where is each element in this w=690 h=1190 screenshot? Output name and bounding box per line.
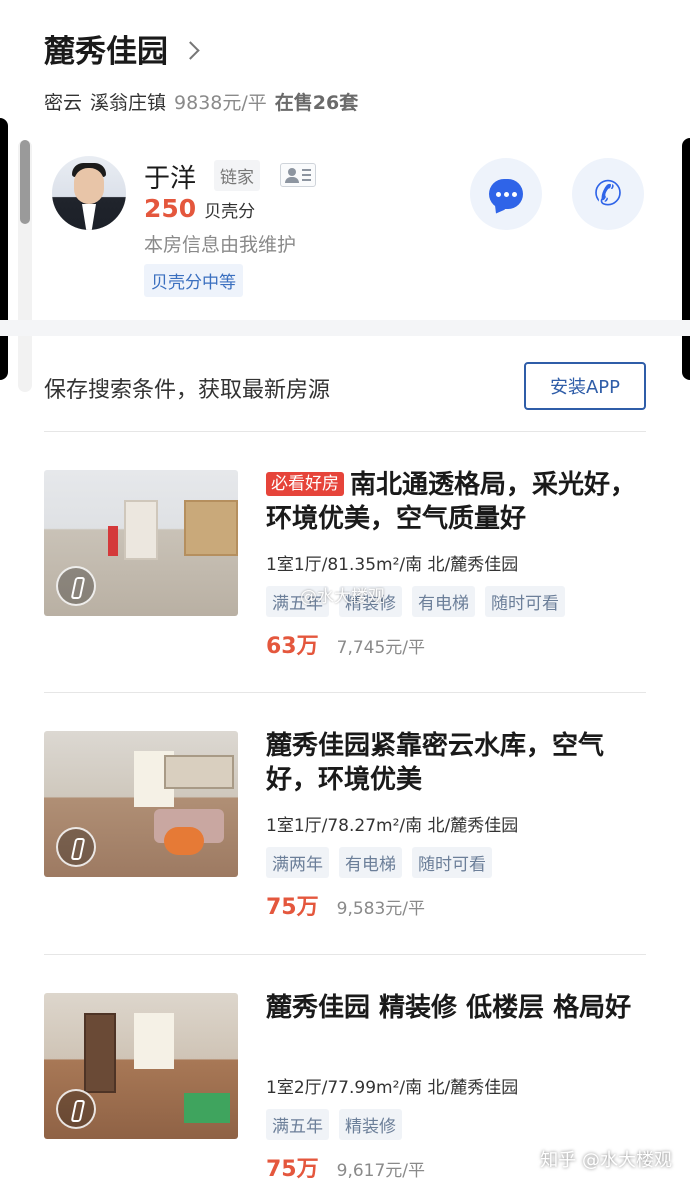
total-price: 75万 <box>266 895 319 920</box>
divider <box>44 692 646 693</box>
listing-tags: 满两年 有电梯 随时可看 <box>266 847 492 878</box>
agent-score-label: 贝壳分 <box>204 202 256 222</box>
call-button[interactable]: ✆ <box>572 158 644 230</box>
community-district: 密云 <box>44 92 83 114</box>
listing-title[interactable]: 麓秀佳园紧靠密云水库，空气好，环境优美 <box>266 729 646 797</box>
photo-chair <box>164 827 204 855</box>
divider <box>44 431 646 432</box>
divider <box>44 954 646 955</box>
listing-info: 1室2厅/77.99m²/南 北/麓秀佳园 <box>266 1078 519 1098</box>
agent-note: 本房信息由我维护 <box>144 234 297 256</box>
community-header: 麓秀佳园 密云 溪翁庄镇 9838元/平 在售26套 <box>44 24 644 115</box>
photo-cabinet <box>84 1013 116 1093</box>
card-head-shape <box>288 168 296 176</box>
community-town: 溪翁庄镇 <box>90 92 167 114</box>
card-body-shape <box>285 177 299 183</box>
chevron-right-icon <box>181 40 200 60</box>
listing-info: 1室1厅/78.27m²/南 北/麓秀佳园 <box>266 816 519 836</box>
agent-card: 于洋 链家 250 贝壳分 本房信息由我维护 贝壳分中等 ✆ <box>52 156 652 306</box>
community-meta: 密云 溪翁庄镇 9838元/平 在售26套 <box>44 88 644 115</box>
photo-red-cabinet <box>108 526 118 556</box>
photo-door <box>124 500 158 560</box>
right-edge-shadow <box>682 138 690 380</box>
photo-mural <box>164 755 234 789</box>
total-price: 63万 <box>266 634 319 659</box>
chat-dot <box>504 192 509 197</box>
vr-tour-icon[interactable] <box>56 827 96 867</box>
watermark-overlay: @水大楼观 <box>300 587 385 607</box>
agent-brand: 链家 <box>214 160 260 191</box>
scrollbar-thumb[interactable] <box>20 140 30 224</box>
install-app-button[interactable]: 安装APP <box>524 362 646 410</box>
listing-price: 75万 9,617元/平 <box>266 1151 425 1183</box>
listing-title[interactable]: 必看好房 南北通透格局，采光好，环境优美，空气质量好 <box>266 468 646 536</box>
tag: 精装修 <box>339 1109 402 1140</box>
agent-level-badge: 贝壳分中等 <box>144 264 243 297</box>
chat-bubble-icon <box>489 179 523 217</box>
avatar[interactable] <box>52 156 126 230</box>
scrollbar[interactable] <box>18 140 32 392</box>
business-card-icon[interactable] <box>280 163 316 187</box>
save-search-bar: 保存搜索条件，获取最新房源 安装APP <box>44 362 646 412</box>
total-price: 75万 <box>266 1157 319 1182</box>
avatar-shirt <box>82 204 96 230</box>
avatar-face <box>74 168 104 204</box>
tag: 有电梯 <box>412 586 475 617</box>
photo-window <box>134 1013 174 1069</box>
agent-score-number: 250 <box>144 194 197 223</box>
community-title-link[interactable]: 麓秀佳园 <box>44 24 644 72</box>
listing-title[interactable]: 麓秀佳园 精装修 低楼层 格局好 <box>266 991 646 1025</box>
community-name: 麓秀佳园 <box>44 33 168 70</box>
community-on-sale[interactable]: 在售26套 <box>275 88 358 115</box>
card-line <box>302 179 311 181</box>
card-line <box>302 169 311 171</box>
listing-info: 1室1厅/81.35m²/南 北/麓秀佳园 <box>266 555 519 575</box>
listing-photo[interactable] <box>44 993 238 1139</box>
section-divider <box>0 320 690 336</box>
listing-price: 75万 9,583元/平 <box>266 889 425 921</box>
listing-tags: 满五年 精装修 <box>266 1109 402 1140</box>
unit-price: 9,617元/平 <box>336 1161 426 1181</box>
tag: 随时可看 <box>412 847 492 878</box>
phone-icon: ✆ <box>593 174 623 214</box>
community-avg-price: 9838元/平 <box>174 92 267 114</box>
vr-tour-icon[interactable] <box>56 566 96 606</box>
chat-tail <box>490 203 506 217</box>
save-search-text: 保存搜索条件，获取最新房源 <box>44 378 331 403</box>
chat-dot <box>512 192 517 197</box>
listing-photo[interactable] <box>44 470 238 616</box>
tag: 满五年 <box>266 1109 329 1140</box>
chat-dot <box>496 192 501 197</box>
tag: 有电梯 <box>339 847 402 878</box>
card-line <box>302 174 311 176</box>
listing-item[interactable]: 麓秀佳园紧靠密云水库，空气好，环境优美 1室1厅/78.27m²/南 北/麓秀佳… <box>44 731 646 941</box>
photo-green-box <box>184 1093 230 1123</box>
listing-price: 63万 7,745元/平 <box>266 628 425 660</box>
tag: 随时可看 <box>485 586 565 617</box>
must-see-badge: 必看好房 <box>266 472 344 496</box>
left-edge-shadow <box>0 118 8 380</box>
agent-name[interactable]: 于洋 <box>144 158 196 195</box>
listing-photo[interactable] <box>44 731 238 877</box>
tag: 满两年 <box>266 847 329 878</box>
watermark-corner: 知乎 @水大楼观 <box>540 1150 672 1171</box>
unit-price: 9,583元/平 <box>336 899 426 919</box>
chat-button[interactable] <box>470 158 542 230</box>
listing-item[interactable]: 必看好房 南北通透格局，采光好，环境优美，空气质量好 1室1厅/81.35m²/南… <box>44 470 646 680</box>
vr-tour-icon[interactable] <box>56 1089 96 1129</box>
unit-price: 7,745元/平 <box>336 638 426 658</box>
agent-score: 250 贝壳分 <box>144 194 255 223</box>
photo-shelf <box>184 500 238 556</box>
